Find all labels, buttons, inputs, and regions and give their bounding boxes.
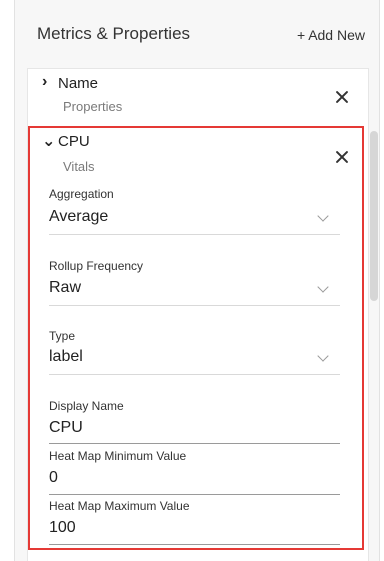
chevron-right-icon[interactable]: ›	[42, 73, 47, 91]
list-item-name[interactable]: › Name Properties	[28, 69, 370, 125]
add-new-button[interactable]: + Add New	[297, 27, 365, 43]
add-new-label: Add New	[308, 27, 365, 43]
page-title: Metrics & Properties	[37, 24, 191, 43]
header: Metrics & Properties + Add New	[15, 0, 381, 70]
close-icon[interactable]	[335, 90, 349, 104]
cpu-highlight-box	[28, 126, 364, 550]
plus-icon: +	[297, 27, 306, 43]
scrollbar-thumb[interactable]	[370, 131, 378, 301]
item-title-name: Name	[58, 75, 99, 92]
item-subtitle-name: Properties	[63, 99, 123, 114]
